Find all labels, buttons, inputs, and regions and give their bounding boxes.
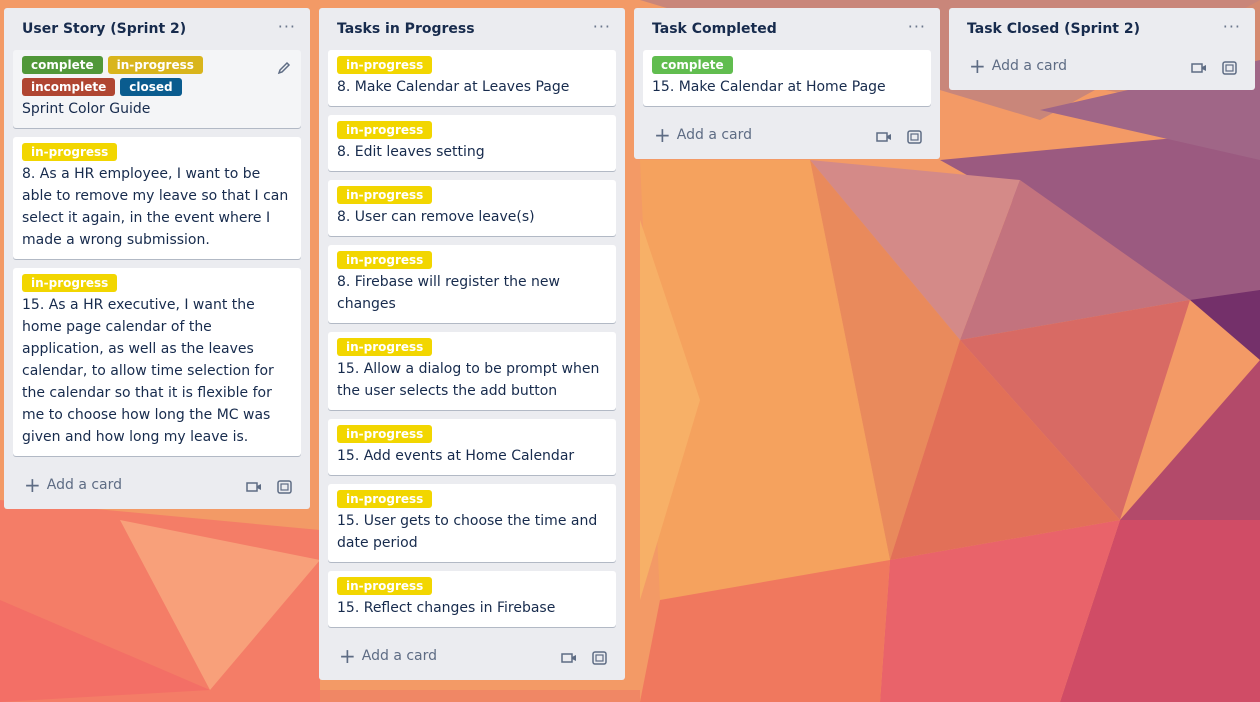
list-header: Tasks in Progress ··· <box>319 8 625 50</box>
card-title: 8. Firebase will register the new change… <box>337 274 560 312</box>
add-card-button[interactable]: + Add a card <box>24 473 123 497</box>
card-labels: complete in-progress incomplete closed <box>22 56 292 96</box>
card-title: 8. As a HR employee, I want to be able t… <box>22 166 289 248</box>
add-card-label: Add a card <box>361 648 438 664</box>
list-footer: + Add a card <box>634 115 940 159</box>
camera-icon[interactable] <box>876 129 892 148</box>
template-icon[interactable] <box>907 129 923 148</box>
card[interactable]: in-progress 8. User can remove leave(s) <box>328 180 616 236</box>
label-in-progress[interactable]: in-progress <box>337 251 433 269</box>
card[interactable]: in-progress 15. As a HR executive, I wan… <box>13 268 301 456</box>
pencil-icon[interactable] <box>277 60 291 79</box>
label-in-progress[interactable]: in-progress <box>337 490 433 508</box>
card-title: 15. Reflect changes in Firebase <box>337 600 556 616</box>
list-header: Task Completed ··· <box>634 8 940 50</box>
camera-icon[interactable] <box>246 479 262 498</box>
label-in-progress[interactable]: in-progress <box>107 56 203 74</box>
label-incomplete[interactable]: incomplete <box>22 78 116 96</box>
list-menu-icon[interactable]: ··· <box>1223 19 1241 35</box>
add-card-label: Add a card <box>676 127 753 143</box>
plus-icon: + <box>24 473 41 497</box>
plus-icon: + <box>969 54 986 78</box>
list-title[interactable]: Task Closed (Sprint 2) <box>967 21 1140 37</box>
label-in-progress[interactable]: in-progress <box>337 56 433 74</box>
card[interactable]: in-progress 8. As a HR employee, I want … <box>13 137 301 259</box>
card-labels: in-progress <box>337 186 607 204</box>
card-labels: in-progress <box>22 274 292 292</box>
list-tasks-in-progress: Tasks in Progress ··· in-progress 8. Mak… <box>319 8 625 680</box>
list-task-closed: Task Closed (Sprint 2) ··· + Add a card <box>949 8 1255 90</box>
card-labels: in-progress <box>337 338 607 356</box>
list-footer: + Add a card <box>949 46 1255 90</box>
card[interactable]: complete in-progress incomplete closed S… <box>13 50 301 128</box>
card-labels: in-progress <box>337 577 607 595</box>
card-title: 15. Add events at Home Calendar <box>337 448 575 464</box>
label-in-progress[interactable]: in-progress <box>22 274 118 292</box>
list-task-completed: Task Completed ··· complete 15. Make Cal… <box>634 8 940 159</box>
plus-icon: + <box>654 123 671 147</box>
list-title[interactable]: Task Completed <box>652 21 777 37</box>
card[interactable]: complete 15. Make Calendar at Home Page <box>643 50 931 106</box>
card[interactable]: in-progress 8. Make Calendar at Leaves P… <box>328 50 616 106</box>
template-icon[interactable] <box>277 479 293 498</box>
card-title: Sprint Color Guide <box>22 101 151 117</box>
card[interactable]: in-progress 15. Add events at Home Calen… <box>328 419 616 475</box>
card-title: 15. User gets to choose the time and dat… <box>337 513 598 551</box>
card-labels: complete <box>652 56 922 74</box>
list-title[interactable]: Tasks in Progress <box>337 21 475 37</box>
template-icon[interactable] <box>592 650 608 669</box>
add-card-button[interactable]: + Add a card <box>654 123 753 147</box>
list-title[interactable]: User Story (Sprint 2) <box>22 21 186 37</box>
card[interactable]: in-progress 15. Reflect changes in Fireb… <box>328 571 616 627</box>
card-labels: in-progress <box>337 425 607 443</box>
card-labels: in-progress <box>337 121 607 139</box>
list-menu-icon[interactable]: ··· <box>908 19 926 35</box>
add-card-label: Add a card <box>46 477 123 493</box>
card[interactable]: in-progress 15. User gets to choose the … <box>328 484 616 562</box>
list-header: Task Closed (Sprint 2) ··· <box>949 8 1255 50</box>
label-in-progress[interactable]: in-progress <box>337 425 433 443</box>
card-labels: in-progress <box>337 56 607 74</box>
label-complete[interactable]: complete <box>652 56 733 74</box>
add-card-button[interactable]: + Add a card <box>969 54 1068 78</box>
add-card-button[interactable]: + Add a card <box>339 644 438 668</box>
card-title: 8. Make Calendar at Leaves Page <box>337 79 570 95</box>
list-header: User Story (Sprint 2) ··· <box>4 8 310 50</box>
label-in-progress[interactable]: in-progress <box>337 121 433 139</box>
list-menu-icon[interactable]: ··· <box>278 19 296 35</box>
card[interactable]: in-progress 8. Firebase will register th… <box>328 245 616 323</box>
label-in-progress[interactable]: in-progress <box>22 143 118 161</box>
card-title: 15. Make Calendar at Home Page <box>652 79 886 95</box>
card-title: 15. As a HR executive, I want the home p… <box>22 297 274 445</box>
label-in-progress[interactable]: in-progress <box>337 338 433 356</box>
camera-icon[interactable] <box>1191 60 1207 79</box>
label-in-progress[interactable]: in-progress <box>337 577 433 595</box>
card-labels: in-progress <box>22 143 292 161</box>
card-title: 8. User can remove leave(s) <box>337 209 535 225</box>
card[interactable]: in-progress 15. Allow a dialog to be pro… <box>328 332 616 410</box>
card-title: 15. Allow a dialog to be prompt when the… <box>337 361 600 399</box>
list-footer: + Add a card <box>319 636 625 680</box>
list-menu-icon[interactable]: ··· <box>593 19 611 35</box>
card[interactable]: in-progress 8. Edit leaves setting <box>328 115 616 171</box>
label-complete[interactable]: complete <box>22 56 103 74</box>
list-footer: + Add a card <box>4 465 310 509</box>
card-title: 8. Edit leaves setting <box>337 144 485 160</box>
list-user-story: User Story (Sprint 2) ··· complete in-pr… <box>4 8 310 509</box>
template-icon[interactable] <box>1222 60 1238 79</box>
card-labels: in-progress <box>337 251 607 269</box>
label-closed[interactable]: closed <box>120 78 182 96</box>
label-in-progress[interactable]: in-progress <box>337 186 433 204</box>
plus-icon: + <box>339 644 356 668</box>
add-card-label: Add a card <box>991 58 1068 74</box>
card-labels: in-progress <box>337 490 607 508</box>
camera-icon[interactable] <box>561 650 577 669</box>
